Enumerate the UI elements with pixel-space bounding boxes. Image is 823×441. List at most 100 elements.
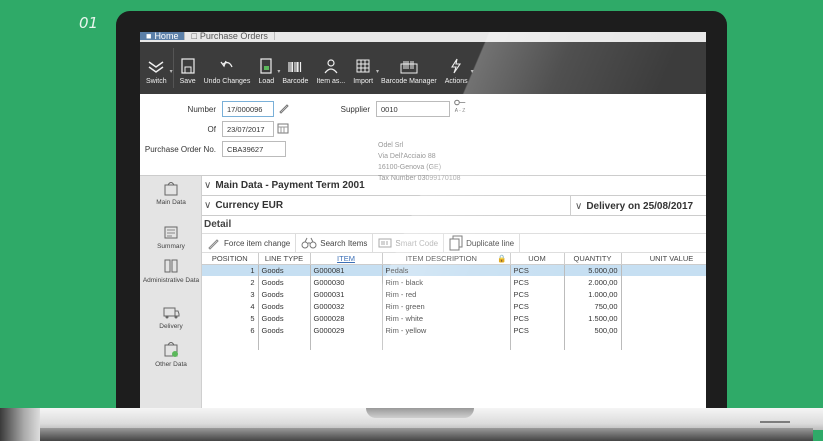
cell-unit-value bbox=[621, 264, 706, 276]
sidebar-item-label: Administrative Data bbox=[142, 277, 200, 284]
table-row[interactable]: 4 Goods G000032 Rim - green PCS 750,00 bbox=[202, 300, 706, 312]
pencil-icon bbox=[208, 239, 219, 250]
empty-cell bbox=[382, 336, 511, 350]
cell-unit-value bbox=[621, 288, 706, 300]
smart-code-button[interactable]: Smart Code bbox=[373, 233, 445, 253]
cell-position: 6 bbox=[202, 324, 259, 336]
calendar-icon[interactable] bbox=[277, 122, 289, 134]
column-header-item[interactable]: ITEM bbox=[310, 253, 383, 265]
section-delivery[interactable]: ∨ Delivery on 25/08/2017 bbox=[570, 196, 693, 216]
column-header-position[interactable]: POSITION bbox=[202, 253, 259, 265]
sidebar-item-other-data[interactable]: Other Data bbox=[140, 340, 202, 368]
sidebar-item-main-data[interactable]: Main Data bbox=[140, 180, 202, 206]
supplier-field[interactable]: 0010 bbox=[376, 101, 450, 117]
sidebar-item-delivery[interactable]: Delivery bbox=[140, 306, 202, 330]
save-button[interactable]: Save bbox=[176, 42, 200, 94]
cell-line-type: Goods bbox=[258, 312, 311, 324]
button-label: Switch bbox=[146, 78, 167, 85]
switch-button[interactable]: Switch ▾ bbox=[142, 42, 173, 94]
cell-quantity: 1.500,00 bbox=[564, 312, 622, 324]
delivery-icon bbox=[163, 307, 180, 319]
laptop-base-edge bbox=[0, 408, 40, 441]
duplicate-line-button[interactable]: Duplicate line bbox=[444, 233, 521, 253]
button-label: Search Items bbox=[320, 238, 368, 248]
cell-description: Rim - white bbox=[382, 312, 511, 324]
load-icon bbox=[260, 58, 272, 74]
barcode-manager-button[interactable]: Barcode Manager bbox=[377, 42, 441, 94]
actions-button[interactable]: Actions ▾ bbox=[441, 42, 474, 94]
address-line: Odel Srl bbox=[378, 142, 404, 149]
undo-changes-button[interactable]: Undo Changes bbox=[200, 42, 255, 94]
force-item-change-button[interactable]: Force item change bbox=[202, 233, 297, 253]
address-line: Via Dell'Acciaio 88 bbox=[378, 153, 436, 160]
search-items-button[interactable]: Search Items bbox=[296, 233, 374, 253]
tab-home[interactable]: ■ Home bbox=[140, 32, 186, 41]
button-label: Smart Code bbox=[395, 238, 439, 248]
sidebar-item-label: Other Data bbox=[155, 361, 187, 368]
section-main-data[interactable]: ∨ Main Data - Payment Term 2001 bbox=[202, 176, 706, 196]
table-row[interactable]: 5 Goods G000028 Rim - white PCS 1.500,00 bbox=[202, 312, 706, 324]
lightning-icon bbox=[451, 58, 462, 74]
item-person-icon bbox=[324, 59, 338, 74]
import-button[interactable]: Import ▾ bbox=[349, 42, 379, 94]
detail-actions: Force item change Search Items Smart Cod… bbox=[202, 233, 706, 253]
cell-item: G000032 bbox=[310, 300, 383, 312]
edit-pencil-icon[interactable] bbox=[278, 102, 290, 114]
date-field[interactable]: 23/07/2017 bbox=[222, 121, 274, 137]
button-label: Duplicate line bbox=[466, 238, 515, 248]
item-as-button[interactable]: Item as... bbox=[312, 42, 349, 94]
column-header-unit-value[interactable]: UNIT VALUE bbox=[621, 253, 706, 265]
tab-label: Purchase Orders bbox=[199, 32, 268, 41]
table-row[interactable]: 6 Goods G000029 Rim - yellow PCS 500,00 bbox=[202, 324, 706, 336]
section-title: Main Data - Payment Term 2001 bbox=[215, 180, 365, 191]
barcode-button[interactable]: Barcode bbox=[278, 42, 312, 94]
lock-icon: 🔒 bbox=[497, 253, 507, 263]
cell-position: 2 bbox=[202, 276, 259, 288]
cell-quantity: 750,00 bbox=[564, 300, 622, 312]
column-header-quantity[interactable]: QUANTITY bbox=[564, 253, 622, 265]
cell-unit-value bbox=[621, 276, 706, 288]
key-icon bbox=[454, 99, 466, 106]
barcode-manager-icon bbox=[400, 61, 418, 74]
az-lookup-button[interactable]: A - Z bbox=[454, 99, 466, 114]
number-field[interactable]: 17/000096 bbox=[222, 101, 274, 117]
cell-item: G000028 bbox=[310, 312, 383, 324]
az-label: A - Z bbox=[454, 108, 466, 114]
cell-unit-value bbox=[621, 324, 706, 336]
order-header-form: Number 17/000096 Of 23/07/2017 Purchase … bbox=[140, 94, 706, 182]
cell-position: 1 bbox=[202, 264, 259, 276]
tab-label: Home bbox=[154, 32, 179, 41]
cell-uom: PCS bbox=[510, 300, 565, 312]
column-header-item-description[interactable]: ITEM DESCRIPTION 🔒 bbox=[382, 253, 511, 265]
button-label: Force item change bbox=[224, 238, 291, 248]
sidebar-item-label: Summary bbox=[157, 243, 185, 250]
bag-icon bbox=[164, 182, 178, 196]
table-row[interactable]: 2 Goods G000030 Rim - black PCS 2.000,00 bbox=[202, 276, 706, 288]
po-number-field[interactable]: CBA39627 bbox=[222, 141, 286, 157]
column-header-line-type[interactable]: LINE TYPE bbox=[258, 253, 311, 265]
table-row[interactable]: 1 Goods G000081 Pedals PCS 5.000,00 bbox=[202, 264, 706, 276]
column-header-uom[interactable]: UOM bbox=[510, 253, 565, 265]
section-currency[interactable]: ∨ Currency EUR ∨ Delivery on 25/08/2017 bbox=[202, 196, 706, 216]
button-label: Barcode bbox=[282, 78, 309, 85]
empty-cell bbox=[621, 336, 706, 350]
bag-plus-icon bbox=[164, 342, 178, 357]
table-row[interactable]: 3 Goods G000031 Rim - red PCS 1.000,00 bbox=[202, 288, 706, 300]
header-label: ITEM DESCRIPTION bbox=[405, 253, 477, 263]
dropdown-caret-icon: ▾ bbox=[470, 69, 474, 75]
columns-icon bbox=[164, 259, 178, 273]
cell-description: Rim - black bbox=[382, 276, 511, 288]
tab-purchase-orders[interactable]: □ Purchase Orders bbox=[185, 32, 275, 41]
sidebar-item-summary[interactable]: Summary bbox=[140, 224, 202, 250]
laptop-notch bbox=[366, 408, 474, 418]
empty-cell bbox=[202, 336, 259, 350]
table-row[interactable] bbox=[202, 336, 706, 350]
document-tabs: ■ Home □ Purchase Orders bbox=[140, 32, 706, 42]
load-button[interactable]: Load ▾ bbox=[254, 42, 280, 94]
detail-table: POSITION LINE TYPE ITEM ITEM DESCRIPTION… bbox=[202, 253, 706, 350]
cell-position: 5 bbox=[202, 312, 259, 324]
cell-line-type: Goods bbox=[258, 288, 311, 300]
sidebar-item-administrative-data[interactable]: Administrative Data bbox=[140, 258, 202, 284]
chevrons-down-icon bbox=[148, 61, 164, 73]
empty-cell bbox=[564, 336, 622, 350]
